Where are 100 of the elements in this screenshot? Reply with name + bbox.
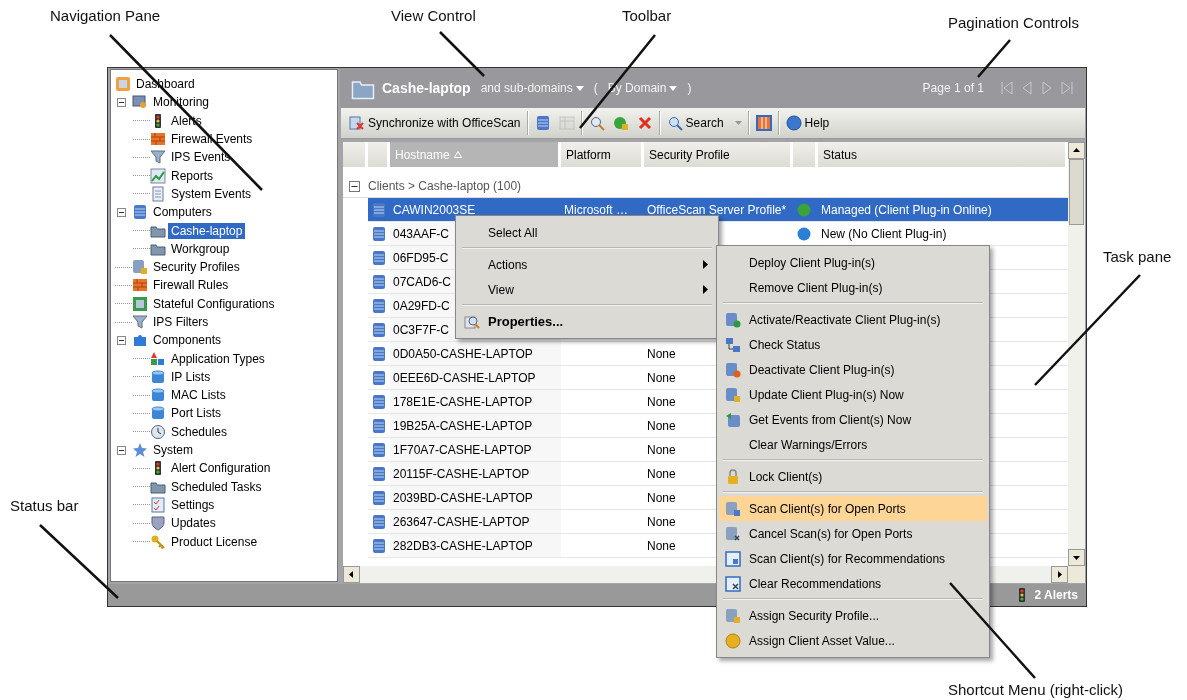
tree-item[interactable]: System xyxy=(150,442,196,459)
tree-item[interactable]: System Events xyxy=(168,185,255,202)
menu-item[interactable]: Lock Client(s) xyxy=(719,464,987,489)
table-cell: 0A29FD-C xyxy=(393,298,450,313)
tree-item[interactable]: Schedules xyxy=(168,423,231,440)
server-icon xyxy=(534,115,551,131)
collapse-icon[interactable] xyxy=(349,180,360,192)
menu-item[interactable]: Clear Warnings/Errors xyxy=(719,432,987,457)
brick-wall-icon xyxy=(150,131,166,148)
table-cell: 0C3F7F-C xyxy=(393,322,449,337)
server-icon xyxy=(371,345,387,362)
server-icon xyxy=(725,500,741,517)
tree-item[interactable]: Reports xyxy=(168,167,217,184)
tree-item[interactable]: IP Lists xyxy=(168,368,214,385)
screen-icon xyxy=(132,295,148,312)
table-cell: 07CAD6-C xyxy=(393,274,452,289)
scroll-up-button[interactable] xyxy=(1068,142,1085,159)
menu-item[interactable]: Scan Client(s) for Open Ports xyxy=(719,496,987,521)
menu-item[interactable]: Actions xyxy=(458,252,716,277)
table-row[interactable] xyxy=(368,198,390,222)
caret-icon xyxy=(734,121,742,125)
server-icon xyxy=(725,525,741,542)
menu-item[interactable]: Assign Client Asset Value... xyxy=(719,628,987,653)
expander-icon[interactable] xyxy=(117,445,126,455)
checklist-icon xyxy=(150,496,166,513)
scroll-right-button[interactable] xyxy=(1051,566,1068,583)
menu-item[interactable]: View xyxy=(458,277,716,302)
annotation-label: Task pane xyxy=(1103,248,1172,265)
toolbar-button[interactable]: Synchronize with OfficeScan xyxy=(345,112,525,134)
table-cell: 263647-CASHE-LAPTOP xyxy=(393,514,530,529)
table-cell: Managed (Client Plug-in Online) xyxy=(821,202,992,217)
tree-item[interactable]: IPS Events xyxy=(168,149,234,166)
page-indicator: Page 1 of 1 xyxy=(922,81,984,95)
annotation-label: Pagination Controls xyxy=(948,14,1079,31)
header-title: Cashe-laptop xyxy=(382,80,471,96)
expander-icon[interactable] xyxy=(117,207,126,217)
globe-icon xyxy=(612,115,629,131)
container-icon xyxy=(150,387,166,404)
tree-item[interactable]: Firewall Rules xyxy=(150,277,232,294)
tree-item[interactable]: MAC Lists xyxy=(168,387,229,404)
menu-item[interactable]: Update Client Plug-in(s) Now xyxy=(719,382,987,407)
table-cell: None xyxy=(647,466,676,481)
menu-item[interactable]: Properties... xyxy=(458,309,716,334)
annotation-label: Toolbar xyxy=(622,7,672,24)
up-arrow-icon xyxy=(1073,147,1080,154)
menu-item[interactable]: Assign Security Profile... xyxy=(719,603,987,628)
blocks-icon xyxy=(150,350,166,367)
menu-item[interactable]: Remove Client Plug-in(s) xyxy=(719,275,987,300)
brick-wall-icon xyxy=(132,277,148,294)
menu-item[interactable]: Cancel Scan(s) for Open Ports xyxy=(719,521,987,546)
menu-item[interactable]: Get Events from Client(s) Now xyxy=(719,407,987,432)
menu-item[interactable]: Scan Client(s) for Recommendations xyxy=(719,546,987,571)
tree-item[interactable]: Scheduled Tasks xyxy=(168,478,265,495)
menu-item[interactable]: Deactivate Client Plug-in(s) xyxy=(719,357,987,382)
tree-item[interactable]: Workgroup xyxy=(168,240,233,257)
puzzle-piece-icon xyxy=(132,332,148,349)
menu-item[interactable]: Select All xyxy=(458,220,716,245)
scroll-thumb[interactable] xyxy=(1069,159,1084,225)
tree-item[interactable]: Application Types xyxy=(168,350,268,367)
menu-item[interactable]: Check Status xyxy=(719,332,987,357)
tree-item[interactable]: Port Lists xyxy=(168,405,224,422)
tree-item[interactable]: Alert Configuration xyxy=(168,460,274,477)
tree-item[interactable]: Cashe-laptop xyxy=(168,222,246,239)
menu-item[interactable]: Clear Recommendations xyxy=(719,571,987,596)
star-icon xyxy=(132,442,148,459)
expander-icon[interactable] xyxy=(117,335,126,345)
paren-text: ( xyxy=(593,81,598,95)
search-button[interactable]: Search xyxy=(662,112,746,134)
menu-item[interactable]: Activate/Reactivate Client Plug-in(s) xyxy=(719,307,987,332)
server-icon xyxy=(371,441,387,458)
tree-item[interactable]: Stateful Configurations xyxy=(150,295,278,312)
tree-item[interactable]: Components xyxy=(150,332,225,349)
column-header[interactable]: Platform xyxy=(561,142,644,167)
annotation-label: Status bar xyxy=(10,497,79,514)
column-header[interactable]: Security Profile xyxy=(644,142,793,167)
tree-item[interactable]: Computers xyxy=(150,204,215,221)
vertical-scrollbar[interactable] xyxy=(1068,142,1085,566)
scroll-left-button[interactable] xyxy=(343,566,360,583)
right-arrow-icon xyxy=(1056,571,1063,578)
network-icon xyxy=(725,336,741,353)
server-icon xyxy=(725,607,741,624)
tree-item[interactable]: IPS Filters xyxy=(150,314,212,330)
server-icon xyxy=(725,311,741,328)
leader-line xyxy=(977,39,1011,78)
tree-item[interactable]: Settings xyxy=(168,496,218,513)
server-icon xyxy=(371,513,387,530)
column-header[interactable]: Status xyxy=(818,142,1068,167)
menu-item[interactable]: Deploy Client Plug-in(s) xyxy=(719,250,987,275)
table-cell: 20115F-CASHE-LAPTOP xyxy=(393,466,530,481)
tree-item[interactable]: Product License xyxy=(168,533,261,550)
tree-item[interactable]: Updates xyxy=(168,515,219,532)
table-cell: None xyxy=(647,370,676,385)
table-cell: None xyxy=(647,418,676,433)
server-icon xyxy=(725,386,741,403)
scroll-down-button[interactable] xyxy=(1068,549,1085,566)
server-icon xyxy=(371,321,387,338)
tree-item[interactable]: Security Profiles xyxy=(150,259,243,276)
table-cell: 0D0A50-CASHE-LAPTOP xyxy=(393,346,533,361)
expander-icon[interactable] xyxy=(117,97,126,107)
toolbar-button[interactable]: Help xyxy=(781,112,834,134)
